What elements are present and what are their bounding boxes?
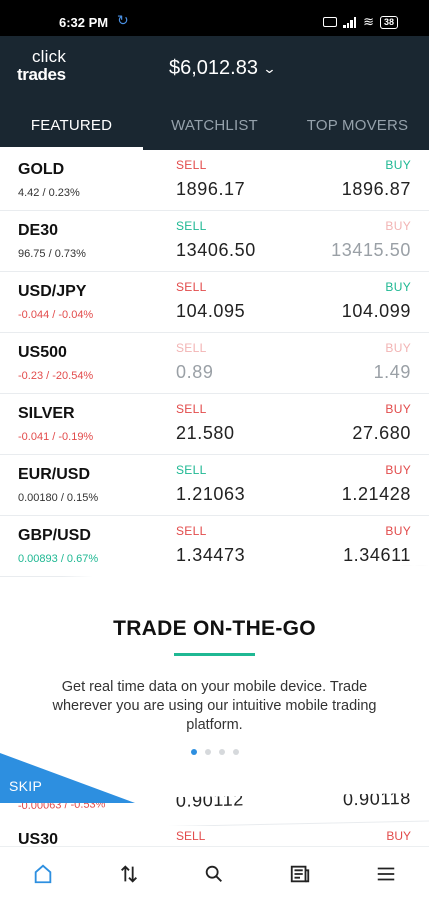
page-dot[interactable] [190, 749, 197, 755]
menu-icon [377, 867, 395, 880]
nav-search[interactable] [172, 847, 258, 900]
market-change: 96.75 / 0.73% [18, 248, 86, 260]
sell-price-button[interactable]: 1.21063 [176, 484, 245, 505]
market-row-us30[interactable]: US30 SELL BUY [0, 826, 429, 848]
sell-label: SELL [176, 280, 207, 294]
sim-icon [323, 17, 338, 27]
market-change: -0.23 / -20.54% [18, 370, 94, 382]
app-header: click trades $6,012.83 ⌄ FEATURED WATCHL… [0, 36, 429, 150]
market-row-usdjpy[interactable]: USD/JPY -0.044 / -0.04% SELL 104.095 BUY… [0, 272, 429, 333]
logo-line-1: click [31, 47, 67, 66]
buy-price-button[interactable]: 1896.87 [342, 179, 411, 200]
buy-label: BUY [386, 829, 411, 843]
market-row-eurusd[interactable]: EUR/USD 0.00180 / 0.15% SELL 1.21063 BUY… [0, 455, 429, 516]
sell-label: SELL [176, 158, 207, 172]
market-change: -0.044 / -0.04% [18, 309, 94, 321]
sell-price-button[interactable]: 13406.50 [176, 240, 256, 261]
sell-label: SELL [176, 524, 207, 538]
market-symbol: EUR/USD [18, 466, 91, 483]
nav-home[interactable] [0, 847, 86, 900]
page-indicator [0, 749, 429, 755]
page-dot[interactable] [218, 749, 225, 755]
page-dot[interactable] [232, 749, 239, 755]
buy-price-button[interactable]: 1.49 [374, 362, 411, 383]
market-change: -0.041 / -0.19% [18, 431, 94, 443]
onboarding-title: TRADE ON-THE-GO [113, 617, 316, 640]
market-symbol: SILVER [18, 405, 75, 422]
market-row-gold[interactable]: GOLD 4.42 / 0.23% SELL 1896.17 BUY 1896.… [0, 150, 429, 211]
buy-price-button[interactable]: 1.34611 [343, 545, 411, 566]
status-icons: ≋ 38 [323, 14, 398, 30]
market-change: 0.00180 / 0.15% [18, 492, 99, 504]
sell-label: SELL [176, 829, 206, 843]
title-underline [174, 653, 255, 656]
market-symbol: US500 [18, 344, 67, 361]
sell-price-button[interactable]: 1.34473 [176, 545, 245, 566]
onboarding-card: TRADE ON-THE-GO Get real time data on yo… [0, 565, 429, 800]
sell-label: SELL [176, 402, 207, 416]
buy-label: BUY [385, 341, 411, 355]
market-list: GOLD 4.42 / 0.23% SELL 1896.17 BUY 1896.… [0, 150, 429, 577]
wifi-icon: ≋ [363, 14, 374, 29]
buy-label: BUY [385, 219, 411, 233]
market-symbol: GBP/USD [18, 527, 91, 544]
status-time: 6:32 PM [59, 15, 109, 30]
buy-price-button[interactable]: 104.099 [342, 301, 411, 322]
account-balance-dropdown[interactable]: $6,012.83 ⌄ [169, 57, 277, 80]
market-change: 4.42 / 0.23% [18, 187, 80, 199]
sell-label: SELL [176, 341, 207, 355]
app-logo: click trades [17, 48, 77, 84]
market-symbol: USD/JPY [18, 283, 87, 300]
chevron-down-icon: ⌄ [262, 60, 277, 76]
news-icon [291, 865, 310, 882]
search-icon [206, 865, 223, 882]
skip-button[interactable]: SKIP [9, 778, 42, 794]
buy-price-button[interactable]: 13415.50 [331, 240, 411, 261]
buy-label: BUY [385, 402, 411, 416]
market-tabs: FEATURED WATCHLIST TOP MOVERS [0, 102, 429, 150]
swap-arrows-icon [120, 864, 137, 883]
nav-news[interactable] [257, 847, 343, 900]
tab-featured[interactable]: FEATURED [0, 102, 143, 150]
buy-label: BUY [385, 280, 411, 294]
bottom-navigation [0, 846, 429, 900]
logo-line-2: trades [17, 65, 66, 84]
market-row-us500[interactable]: US500 -0.23 / -20.54% SELL 0.89 BUY 1.49 [0, 333, 429, 394]
market-row-de30[interactable]: DE30 96.75 / 0.73% SELL 13406.50 BUY 134… [0, 211, 429, 272]
onboarding-description: Get real time data on your mobile device… [52, 679, 377, 733]
balance-value: $6,012.83 [169, 57, 258, 79]
sell-price-button[interactable]: 21.580 [176, 423, 235, 444]
sell-price-button[interactable]: 104.095 [176, 301, 245, 322]
buy-price-button[interactable]: 27.680 [352, 423, 411, 444]
sync-icon: ↻ [117, 12, 129, 28]
status-bar: 6:32 PM ↻ ≋ 38 [0, 0, 429, 36]
battery-icon: 38 [379, 15, 398, 29]
sell-price-button[interactable]: 0.89 [176, 362, 213, 383]
page-dot[interactable] [204, 749, 211, 755]
nav-trades[interactable] [86, 847, 172, 900]
home-icon [34, 864, 52, 883]
sell-label: SELL [176, 219, 207, 233]
sell-label: SELL [176, 463, 207, 477]
tab-watchlist[interactable]: WATCHLIST [143, 102, 286, 150]
market-row-silver[interactable]: SILVER -0.041 / -0.19% SELL 21.580 BUY 2… [0, 394, 429, 455]
market-change: 0.00893 / 0.67% [18, 553, 99, 565]
buy-label: BUY [385, 463, 411, 477]
market-symbol: GOLD [18, 161, 65, 178]
buy-price-button[interactable]: 1.21428 [342, 484, 411, 505]
buy-label: BUY [385, 524, 411, 538]
buy-label: BUY [385, 158, 411, 172]
tab-top-movers[interactable]: TOP MOVERS [286, 102, 429, 150]
market-symbol: DE30 [18, 222, 59, 239]
sell-price-button[interactable]: 1896.17 [176, 179, 245, 200]
signal-icon [343, 16, 357, 28]
nav-menu[interactable] [343, 847, 429, 900]
